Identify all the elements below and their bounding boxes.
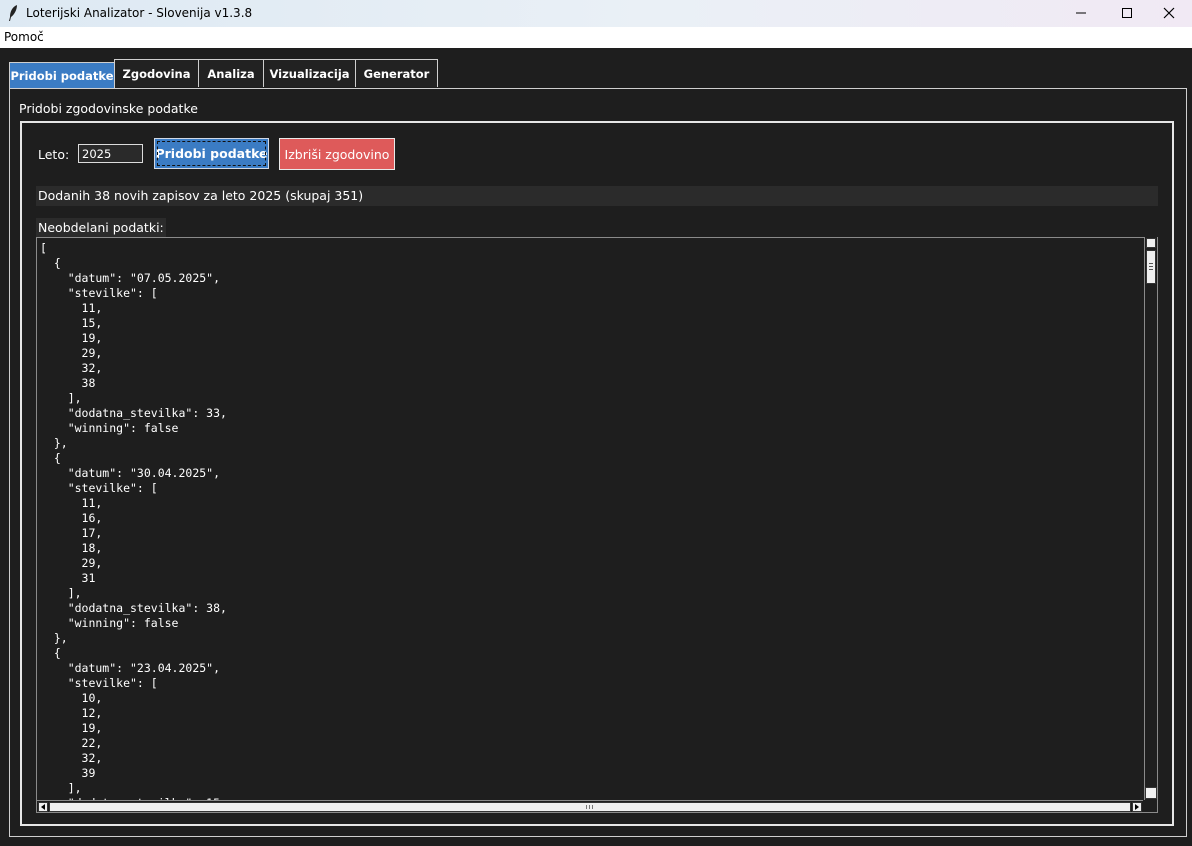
- maximize-icon: [1122, 8, 1132, 18]
- scroll-left-arrow[interactable]: [38, 802, 48, 812]
- feather-icon: [9, 5, 17, 21]
- horizontal-scroll-thumb[interactable]: [49, 802, 1131, 812]
- chevron-left-icon: [41, 804, 45, 810]
- raw-data-label: Neobdelani podatki:: [36, 218, 166, 237]
- menu-item-help[interactable]: Pomoč: [4, 30, 44, 44]
- tab-zgodovina[interactable]: Zgodovina: [114, 59, 199, 87]
- minimize-icon: [1076, 12, 1086, 14]
- menu-bar: Pomoč: [0, 27, 1192, 48]
- vertical-scroll-thumb[interactable]: [1146, 250, 1156, 284]
- tab-vizualizacija[interactable]: Vizualizacija: [263, 59, 356, 87]
- year-label: Leto:: [38, 147, 70, 162]
- title-bar: Loterijski Analizator - Slovenija v1.3.8: [0, 0, 1192, 27]
- scroll-up-arrow[interactable]: [1146, 238, 1156, 248]
- close-button[interactable]: [1146, 0, 1192, 27]
- minimize-button[interactable]: [1058, 0, 1104, 27]
- fetch-frame-label: Pridobi zgodovinske podatke: [19, 101, 198, 116]
- tab-generator[interactable]: Generator: [355, 59, 438, 87]
- tab-analiza[interactable]: Analiza: [198, 59, 264, 87]
- tab-pridobi-podatke[interactable]: Pridobi podatke: [9, 62, 115, 89]
- close-icon: [1163, 7, 1175, 19]
- chevron-right-icon: [1135, 804, 1139, 810]
- fetch-button[interactable]: Pridobi podatke: [154, 138, 269, 169]
- scroll-right-arrow[interactable]: [1132, 802, 1142, 812]
- horizontal-scrollbar[interactable]: [37, 800, 1143, 812]
- window-title: Loterijski Analizator - Slovenija v1.3.8: [26, 6, 253, 20]
- delete-history-button[interactable]: Izbriši zgodovino: [279, 138, 395, 170]
- status-message: Dodanih 38 novih zapisov za leto 2025 (s…: [36, 186, 1158, 206]
- year-input[interactable]: [78, 144, 143, 163]
- raw-data-textbox[interactable]: [ { "datum": "07.05.2025", "stevilke": […: [36, 237, 1158, 813]
- raw-data-text: [ { "datum": "07.05.2025", "stevilke": […: [40, 241, 227, 810]
- vertical-scrollbar[interactable]: [1144, 237, 1157, 800]
- maximize-button[interactable]: [1104, 0, 1150, 27]
- scroll-down-arrow[interactable]: [1145, 787, 1157, 799]
